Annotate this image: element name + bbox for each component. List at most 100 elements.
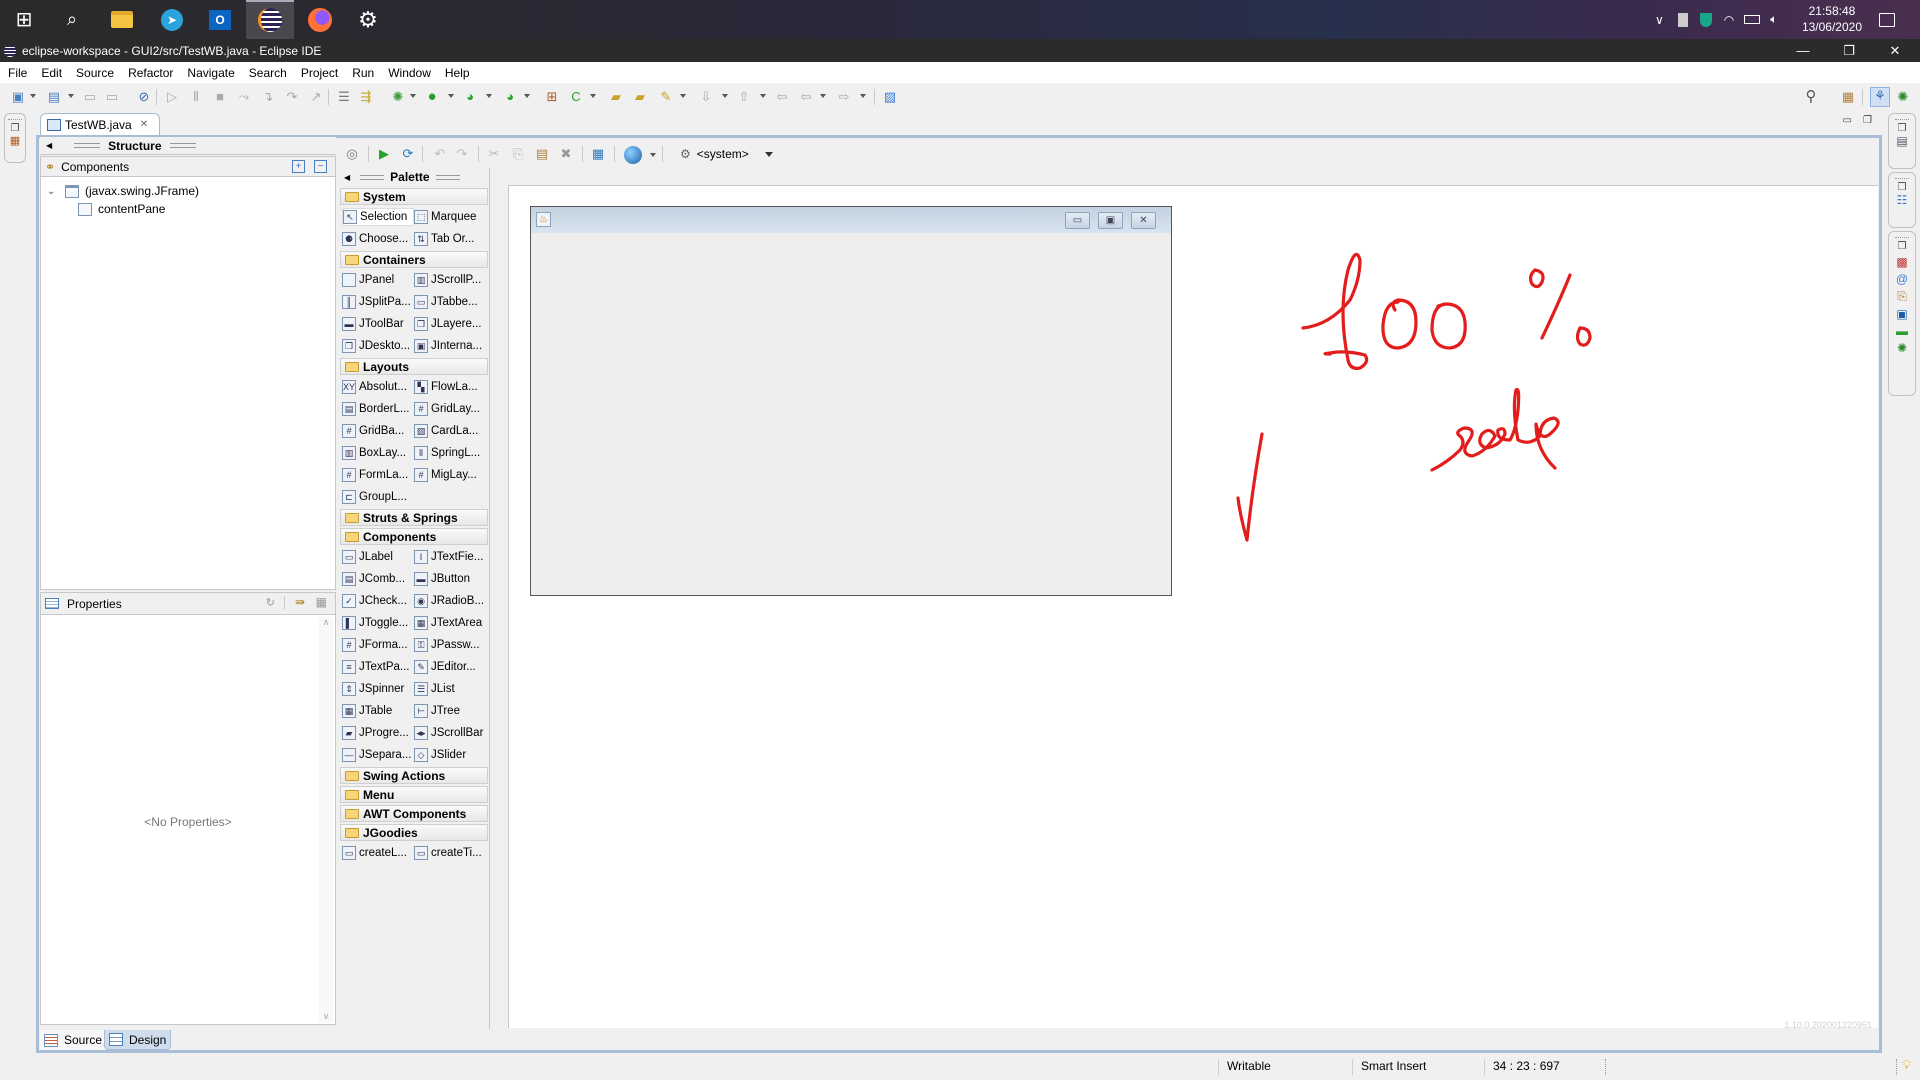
drop-to-frame-icon[interactable]: ⇶ (358, 89, 374, 105)
jframe-close-button[interactable]: ✕ (1131, 212, 1156, 229)
palette-category-containers[interactable]: Containers (340, 251, 488, 268)
menu-help[interactable]: Help (445, 66, 470, 80)
palette-item-groupl[interactable]: ⊏ GroupL... (342, 488, 414, 506)
new-dropdown-icon[interactable] (30, 94, 36, 98)
chevron-down-icon[interactable] (764, 151, 773, 157)
editor-tab-testwb[interactable]: TestWB.java ✕ (40, 113, 160, 135)
chevron-down-icon[interactable]: ⌄ (47, 186, 59, 197)
new-icon[interactable]: ▣ (10, 89, 26, 105)
paste-icon[interactable]: ▤ (534, 146, 550, 162)
previous-annotation-dropdown-icon[interactable] (760, 94, 766, 98)
delete-icon[interactable]: ✖ (558, 146, 574, 162)
previous-annotation-icon[interactable]: ⇧ (736, 89, 752, 105)
redo-icon[interactable]: ↷ (454, 146, 470, 162)
new-class-icon[interactable]: C (568, 89, 584, 105)
palette-item-jslider[interactable]: ◇ JSlider (414, 746, 486, 764)
palette-category-components[interactable]: Components (340, 528, 488, 545)
chevron-up-icon[interactable]: ∨ (1655, 13, 1664, 27)
palette-item-miglay[interactable]: # MigLay... (414, 466, 486, 484)
restore-icon[interactable]: ❐ (1889, 241, 1915, 252)
search-button[interactable]: ⌕ (48, 0, 96, 39)
jframe-title-bar[interactable]: ♨ ▭ ▣ ✕ (531, 207, 1171, 233)
open-perspective-icon[interactable]: ▦ (1840, 89, 1856, 105)
menu-search[interactable]: Search (249, 66, 287, 80)
close-button[interactable]: ✕ (1872, 39, 1918, 62)
palette-category-swing-actions[interactable]: Swing Actions (340, 767, 488, 784)
palette-item-jtree[interactable]: ⊢ JTree (414, 702, 486, 720)
add-nls-icon[interactable]: ▶ (376, 146, 392, 162)
next-annotation-icon[interactable]: ⇩ (698, 89, 714, 105)
search-pen-icon[interactable]: ✎ (658, 89, 674, 105)
menu-edit[interactable]: Edit (41, 66, 62, 80)
debug-dropdown-icon[interactable] (410, 94, 416, 98)
look-and-feel-dropdown-icon[interactable] (650, 153, 656, 157)
drag-grip[interactable] (74, 143, 101, 148)
palette-item-gridlay[interactable]: # GridLay... (414, 400, 486, 418)
drag-grip[interactable] (435, 174, 460, 180)
console-icon[interactable]: ▣ (1889, 307, 1915, 321)
restore-icon[interactable]: ❐ (1889, 182, 1915, 193)
clock[interactable]: 21:58:48 13/06/2020 (1802, 3, 1862, 35)
palette-category-jgoodies[interactable]: JGoodies (340, 824, 488, 841)
volume-icon[interactable]: 🔈︎ (1770, 12, 1777, 27)
design-tab[interactable]: Design (104, 1030, 172, 1050)
step-over-icon[interactable]: ↷ (284, 89, 300, 105)
menu-window[interactable]: Window (388, 66, 431, 80)
skip-breakpoints-icon[interactable]: ⊘ (136, 89, 152, 105)
debug-icon[interactable]: ✺ (390, 89, 406, 105)
palette-item-jsepara[interactable]: — JSepara... (342, 746, 414, 764)
palette-item-jcheck[interactable]: ✓ JCheck... (342, 592, 414, 610)
menu-file[interactable]: File (8, 66, 27, 80)
palette-category-layouts[interactable]: Layouts (340, 358, 488, 375)
collapse-all-icon[interactable]: − (314, 160, 327, 173)
palette-item-boxlay[interactable]: ▥ BoxLay... (342, 444, 414, 462)
palette-item-jspinner[interactable]: ⇕ JSpinner (342, 680, 414, 698)
step-into-icon[interactable]: ↴ (260, 89, 276, 105)
palette-item-jinterna[interactable]: ▣ JInterna... (414, 337, 486, 355)
palette-item-jprogre[interactable]: ▰ JProgre... (342, 724, 414, 742)
java-perspective-icon[interactable]: ⚘ (1870, 87, 1890, 107)
save-icon[interactable]: ▭ (82, 89, 98, 105)
palette-item-jtabbe[interactable]: ▭ JTabbe... (414, 293, 486, 311)
new-class-dropdown-icon[interactable] (590, 94, 596, 98)
suspend-icon[interactable]: Ⅱ (188, 89, 204, 105)
last-edit-icon[interactable]: ⇦ (774, 89, 790, 105)
open-type-icon[interactable]: ▰ (608, 89, 624, 105)
alignment-icon[interactable]: ▦ (590, 146, 606, 162)
scroll-down-icon[interactable]: ∨ (319, 1011, 333, 1022)
palette-item-choose[interactable]: ⚈ Choose... (342, 230, 414, 248)
telegram-button[interactable]: ➤ (148, 0, 196, 39)
system-laf-selector[interactable]: ⚙ <system> (680, 145, 773, 163)
back-icon[interactable]: ⇦ (798, 89, 814, 105)
palette-item-springl[interactable]: ⫴ SpringL... (414, 444, 486, 462)
restore-button[interactable]: ❐ (1826, 39, 1872, 62)
palette-item-gridba[interactable]: # GridBa... (342, 422, 414, 440)
back-dropdown-icon[interactable] (820, 94, 826, 98)
run-dropdown-icon[interactable] (448, 94, 454, 98)
palette-category-menu[interactable]: Menu (340, 786, 488, 803)
palette-item-tab-or[interactable]: ⇅ Tab Or... (414, 230, 486, 248)
coverage-icon[interactable]: ◕ (462, 89, 478, 105)
open-task-icon[interactable]: ▰ (632, 89, 648, 105)
jframe-minimize-button[interactable]: ▭ (1065, 212, 1090, 229)
palette-item-absolut[interactable]: XY Absolut... (342, 378, 414, 396)
palette-item-jeditor[interactable]: ✎ JEditor... (414, 658, 486, 676)
restore-icon[interactable]: ❐ (5, 123, 25, 134)
save-all-icon[interactable]: ▭ (104, 89, 120, 105)
external-tools-dropdown-icon[interactable] (524, 94, 530, 98)
disconnect-icon[interactable]: ⤳ (236, 89, 252, 105)
run-icon[interactable]: ● (424, 89, 440, 105)
menu-refactor[interactable]: Refactor (128, 66, 173, 80)
close-tab-icon[interactable]: ✕ (140, 119, 148, 130)
default-value-icon[interactable]: ↻ (266, 596, 275, 609)
content-pane[interactable] (534, 233, 1168, 592)
maximize-editor-icon[interactable]: ❐ (1863, 115, 1872, 126)
palette-item-formla[interactable]: # FormLa... (342, 466, 414, 484)
show-advanced-icon[interactable]: ▦ (316, 595, 327, 609)
palette-item-jlist[interactable]: ☰ JList (414, 680, 486, 698)
tree-node-contentpane[interactable]: contentPane (78, 201, 165, 217)
menu-navigate[interactable]: Navigate (187, 66, 234, 80)
palette-item-jcomb[interactable]: ▤ JComb... (342, 570, 414, 588)
coverage-dropdown-icon[interactable] (486, 94, 492, 98)
problems-icon[interactable]: ▩ (1889, 255, 1915, 269)
